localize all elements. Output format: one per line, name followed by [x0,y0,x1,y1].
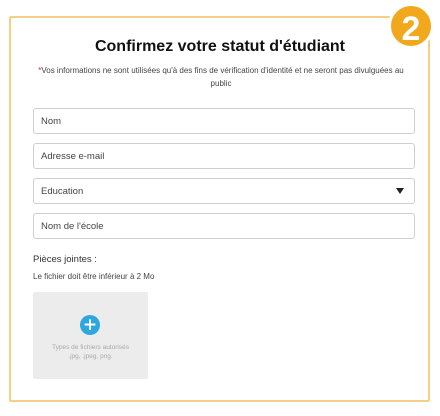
name-input[interactable] [33,108,415,134]
privacy-disclaimer: *Vos informations ne sont utilisées qu'à… [38,64,404,90]
school-name-input[interactable] [33,213,415,239]
file-size-note: Le fichier doit être inférieur à 2 Mo [33,272,155,281]
chevron-down-icon [396,188,404,194]
attachments-label: Pièces jointes : [33,254,97,265]
form-title: Confirmez votre statut d'étudiant [94,38,346,55]
plus-circle-icon[interactable]: + [80,315,100,335]
education-selected-value: Education [41,185,84,197]
disclaimer-text: Vos informations ne sont utilisées qu'à … [41,66,404,88]
allowed-types-line-2: .jpg, .jpeg, png. [68,353,113,360]
education-select[interactable]: Education [33,178,415,204]
email-input[interactable] [33,143,415,169]
file-upload-dropzone[interactable]: + Types de fichiers autorisés .jpg, .jpe… [33,292,148,379]
allowed-file-types: Types de fichiers autorisés .jpg, .jpeg,… [33,343,148,361]
allowed-types-line-1: Types de fichiers autorisés [52,344,129,351]
